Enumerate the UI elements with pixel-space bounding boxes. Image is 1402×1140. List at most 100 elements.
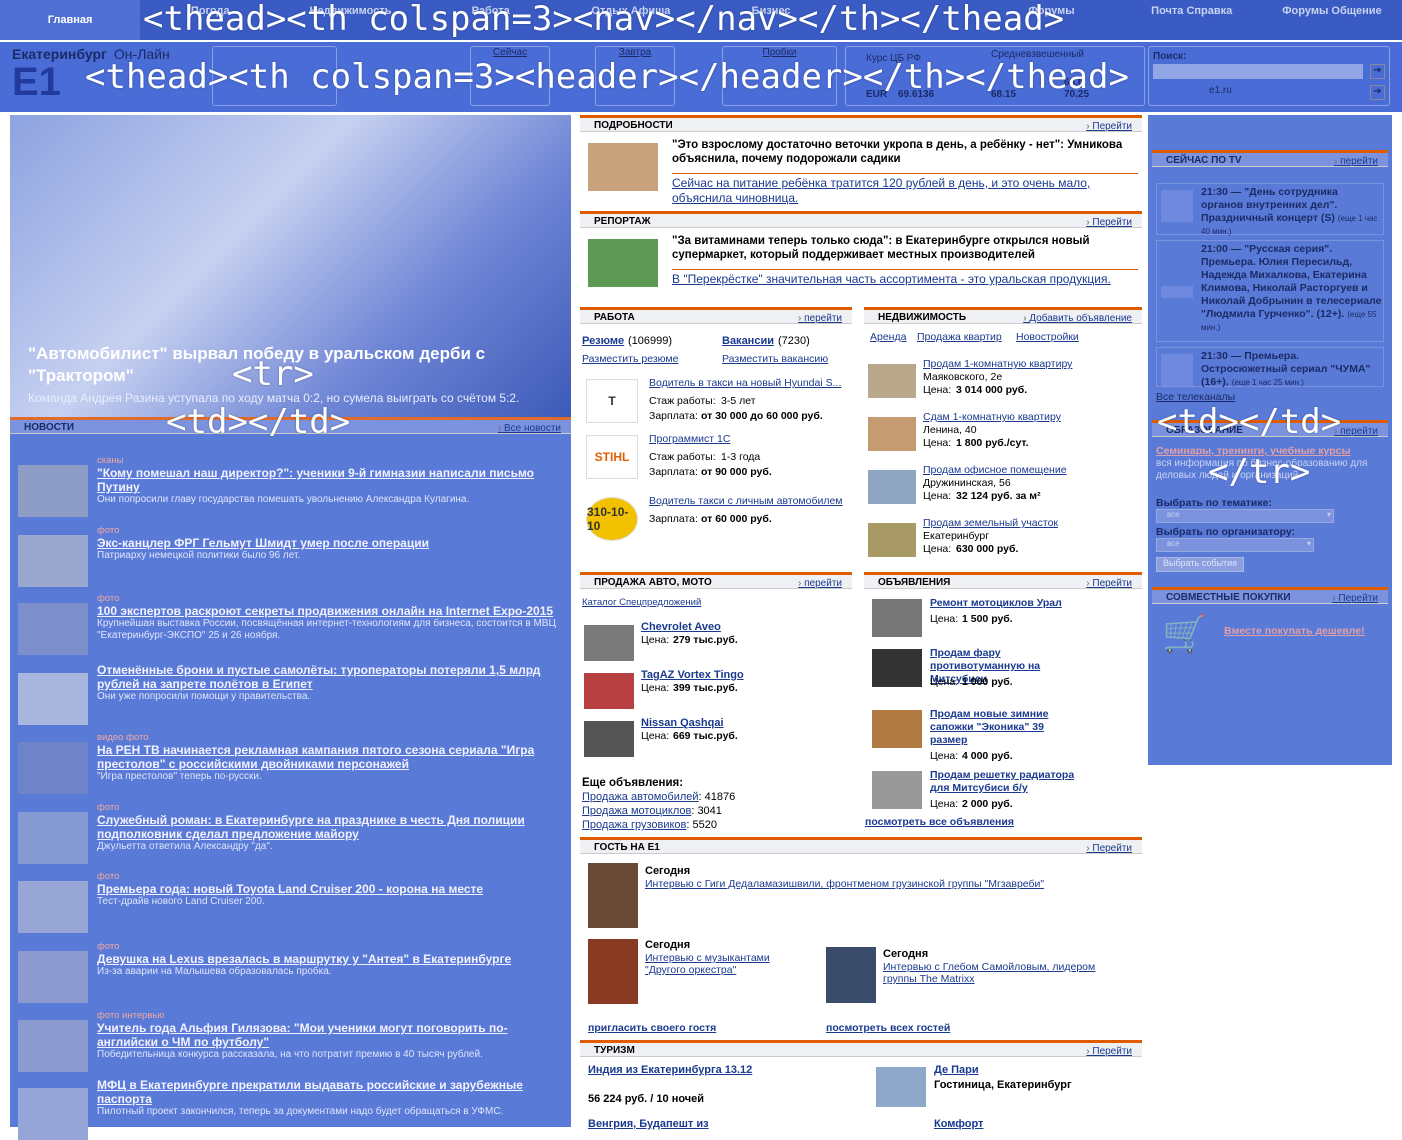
- search-go2-icon[interactable]: ➔: [1370, 85, 1385, 100]
- ads-all-link[interactable]: посмотреть все объявления: [865, 816, 1014, 828]
- tour1-title[interactable]: Индия из Екатеринбурга 13.12: [588, 1064, 758, 1076]
- tour2-title[interactable]: Де Пари: [934, 1064, 979, 1076]
- news-thumb[interactable]: [18, 1020, 88, 1072]
- news-thumb[interactable]: [18, 465, 88, 517]
- details-link[interactable]: Сейчас на питание ребёнка тратится 120 р…: [672, 173, 1138, 206]
- tour2-photo[interactable]: [876, 1067, 926, 1107]
- joint-link[interactable]: Вместе покупать дешевле!: [1224, 625, 1365, 637]
- news-more-link[interactable]: Все новости: [498, 423, 561, 434]
- nav-tab-community[interactable]: Форумы Общение: [1262, 0, 1402, 40]
- guest2-link[interactable]: Интервью с музыкантами "Другого оркестра…: [645, 952, 795, 976]
- news-thumb[interactable]: [18, 673, 88, 725]
- job-company-logo[interactable]: T: [586, 379, 638, 423]
- edu-org-select[interactable]: все ▾: [1156, 538, 1314, 552]
- auto-title-link[interactable]: Nissan Qashqai: [641, 717, 724, 729]
- job-title-link[interactable]: Водитель такси с личным автомобилем: [649, 495, 843, 507]
- edu-topic-select[interactable]: все ▾: [1156, 509, 1334, 523]
- tv-item[interactable]: 21:30 — Премьера. Остросюжетный сериал "…: [1156, 347, 1384, 388]
- ad-photo[interactable]: [872, 599, 922, 637]
- nav-tab-mail[interactable]: Почта Справка: [1122, 0, 1262, 40]
- news-thumb[interactable]: [18, 881, 88, 933]
- auto-link[interactable]: Продажа автомобилей: [582, 791, 699, 803]
- tourism-more-link[interactable]: Перейти: [1086, 1046, 1132, 1057]
- realty-title-link[interactable]: Продам офисное помещение: [923, 464, 1067, 476]
- edu-submit-button[interactable]: Выбрать события: [1156, 557, 1244, 572]
- news-headline[interactable]: Девушка на Lexus врезалась в маршрутку у…: [97, 952, 567, 966]
- news-thumb[interactable]: [18, 742, 88, 794]
- guest3-photo[interactable]: [826, 947, 876, 1003]
- tv-more-link[interactable]: перейти: [1334, 156, 1378, 167]
- realty-tab-sale[interactable]: Продажа квартир: [917, 331, 1002, 343]
- guest1-photo[interactable]: [588, 863, 638, 928]
- job-title-link[interactable]: Программист 1С: [649, 433, 730, 445]
- ad-photo[interactable]: [872, 710, 922, 748]
- jobs-resume-link[interactable]: Резюме: [582, 335, 624, 347]
- auto-photo[interactable]: [584, 673, 634, 709]
- nav-tab-home[interactable]: Главная: [0, 0, 141, 40]
- realty-photo[interactable]: [868, 470, 916, 504]
- guest1-link[interactable]: Интервью с Гиги Дедаламазишвили, фронтме…: [645, 878, 1125, 890]
- auto-photo[interactable]: [584, 625, 634, 661]
- ad-title-link[interactable]: Продам новые зимние сапожки "Эконика" 39…: [930, 708, 1075, 747]
- tour3-title[interactable]: Венгрия, Будапешт из: [588, 1118, 709, 1130]
- details-more-link[interactable]: Перейти: [1086, 121, 1132, 132]
- jobs-post-vac[interactable]: Разместить вакансию: [722, 353, 828, 365]
- news-headline[interactable]: Премьера года: новый Toyota Land Cruiser…: [97, 882, 567, 896]
- news-headline[interactable]: Отменённые брони и пустые самолёты: туро…: [97, 663, 567, 691]
- job-company-logo[interactable]: 310-10-10: [586, 497, 638, 541]
- tour4-title[interactable]: Комфорт: [934, 1118, 983, 1130]
- ad-title-link[interactable]: Ремонт мотоциклов Урал: [930, 597, 1075, 610]
- details-title[interactable]: "Это взрослому достаточно веточки укропа…: [672, 138, 1138, 166]
- news-headline[interactable]: 100 экспертов раскроют секреты продвижен…: [97, 604, 567, 618]
- realty-photo[interactable]: [868, 417, 916, 451]
- ads-more-link[interactable]: Перейти: [1086, 578, 1132, 589]
- jobs-more-link[interactable]: перейти: [798, 313, 842, 324]
- news-thumb[interactable]: [18, 951, 88, 1003]
- ad-photo[interactable]: [872, 771, 922, 809]
- news-headline[interactable]: МФЦ в Екатеринбурге прекратили выдавать …: [97, 1078, 567, 1106]
- realty-tab-new[interactable]: Новостройки: [1016, 331, 1079, 343]
- news-thumb[interactable]: [18, 535, 88, 587]
- guest2-photo[interactable]: [588, 939, 638, 1004]
- details-photo[interactable]: [588, 143, 658, 191]
- news-thumb[interactable]: [18, 1088, 88, 1140]
- news-headline[interactable]: Учитель года Альфия Гилязова: "Мои учени…: [97, 1021, 567, 1049]
- joint-more-link[interactable]: Перейти: [1332, 593, 1378, 604]
- search-go-icon[interactable]: ➔: [1370, 64, 1385, 79]
- realty-tab-rent[interactable]: Аренда: [870, 331, 906, 343]
- jobs-vac-link[interactable]: Вакансии: [722, 335, 774, 347]
- auto-photo[interactable]: [584, 721, 634, 757]
- search-input[interactable]: [1153, 64, 1363, 79]
- realty-title-link[interactable]: Продам земельный участок: [923, 517, 1058, 529]
- guest-all-link[interactable]: посмотреть всех гостей: [826, 1022, 950, 1034]
- tv-item[interactable]: 21:00 — "Русская серия". Премьера. Юлия …: [1156, 240, 1384, 342]
- jobs-post-resume[interactable]: Разместить резюме: [582, 353, 678, 365]
- report-link[interactable]: В "Перекрёстке" значительная часть ассор…: [672, 269, 1138, 287]
- report-more-link[interactable]: Перейти: [1086, 217, 1132, 228]
- cart-icon[interactable]: 🛒: [1162, 613, 1212, 655]
- tv-item[interactable]: 21:30 — "День сотрудника органов внутрен…: [1156, 183, 1384, 236]
- ad-photo[interactable]: [872, 649, 922, 687]
- realty-more-link[interactable]: Добавить объявление: [1023, 313, 1132, 324]
- ad-title-link[interactable]: Продам решетку радиатора для Митсубиси б…: [930, 769, 1075, 795]
- news-thumb[interactable]: [18, 812, 88, 864]
- news-thumb[interactable]: [18, 603, 88, 655]
- auto-title-link[interactable]: Chevrolet Aveo: [641, 621, 721, 633]
- auto-link[interactable]: Продажа грузовиков: [582, 819, 686, 831]
- auto-catalog-link[interactable]: Каталог Спецпредложений: [582, 597, 701, 608]
- job-title-link[interactable]: Водитель в такси на новый Hyundai S...: [649, 377, 841, 389]
- news-headline[interactable]: Служебный роман: в Екатеринбурге на праз…: [97, 813, 567, 841]
- news-headline[interactable]: На РЕН ТВ начинается рекламная кампания …: [97, 743, 567, 771]
- report-photo[interactable]: [588, 239, 658, 287]
- news-headline[interactable]: "Кому помешал наш директор?": ученики 9-…: [97, 466, 567, 494]
- realty-title-link[interactable]: Сдам 1-комнатную квартиру: [923, 411, 1061, 423]
- auto-title-link[interactable]: TagAZ Vortex Tingo: [641, 669, 744, 681]
- realty-photo[interactable]: [868, 364, 916, 398]
- job-company-logo[interactable]: STIHL: [586, 435, 638, 479]
- report-title[interactable]: "За витаминами теперь только сюда": в Ек…: [672, 234, 1138, 262]
- realty-photo[interactable]: [868, 523, 916, 557]
- news-headline[interactable]: Экс-канцлер ФРГ Гельмут Шмидт умер после…: [97, 536, 567, 550]
- guest3-link[interactable]: Интервью с Глебом Самойловым, лидером гр…: [883, 961, 1113, 985]
- guest-invite-link[interactable]: пригласить своего гостя: [588, 1022, 716, 1034]
- auto-more-link[interactable]: перейти: [798, 578, 842, 589]
